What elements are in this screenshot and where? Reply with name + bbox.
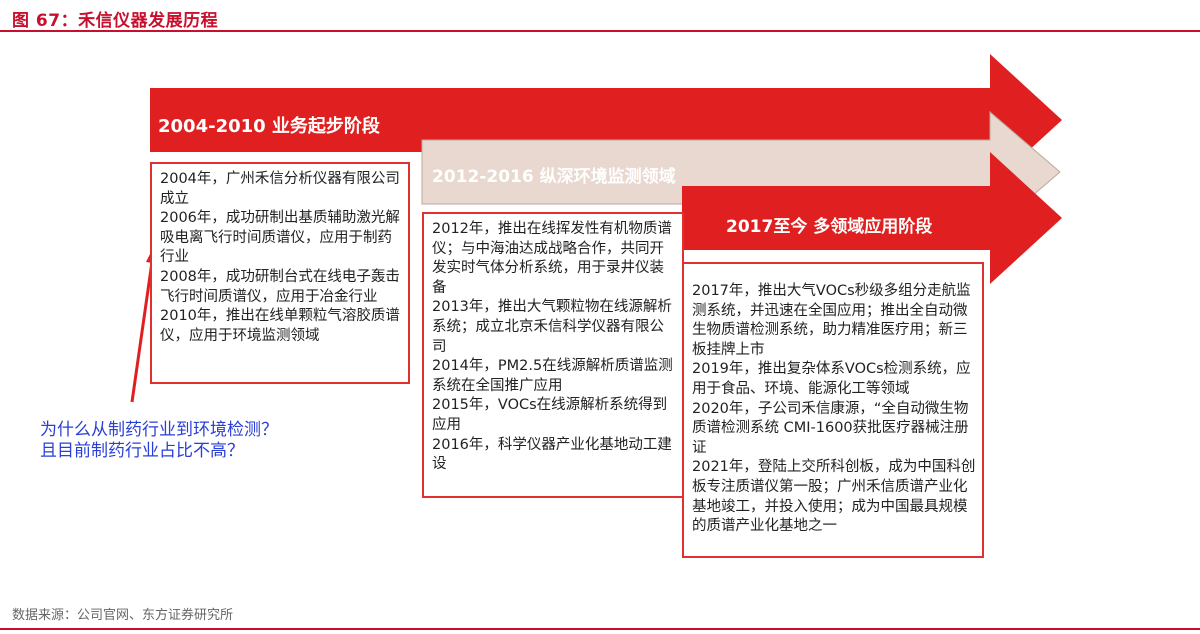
stage-3-details: 2017年，推出大气VOCs秒级多组分走航监测系统，并迅速在全国应用；推出全自动… <box>682 262 984 558</box>
annotation-pointer-line <box>130 261 154 403</box>
source-note: 数据来源：公司官网、东方证券研究所 <box>12 608 234 623</box>
handwritten-annotation: 为什么从制药行业到环境检测？ 且目前制药行业占比不高？ <box>40 420 278 462</box>
stage-2-details: 2012年，推出在线挥发性有机物质谱仪；与中海油达成战略合作，共同开发实时气体分… <box>422 212 684 498</box>
stage-3-item: 2017年，推出大气VOCs秒级多组分走航监测系统，并迅速在全国应用；推出全自动… <box>692 283 971 358</box>
stage-2-item: 2013年，推出大气颗粒物在线源解析系统；成立北京禾信科学仪器有限公司 <box>432 299 672 355</box>
stage-2-label: 2012-2016 纵深环境监测领域 <box>432 167 676 187</box>
stage-1-details: 2004年，广州禾信分析仪器有限公司成立 2006年，成功研制出基质辅助激光解吸… <box>150 162 410 384</box>
stage-2-item: 2014年，PM2.5在线源解析质谱监测系统在全国推广应用 <box>432 358 673 394</box>
stage-2-item: 2016年，科学仪器产业化基地动工建设 <box>432 436 672 473</box>
stage-1-item: 2010年，推出在线单颗粒气溶胶质谱仪，应用于环境监测领域 <box>160 308 400 344</box>
stage-3-item: 2020年，子公司禾信康源，“全自动微生物质谱检测系统 CMI-1600获批医疗… <box>692 400 969 456</box>
bottom-divider <box>0 628 1200 630</box>
stage-1-item: 2008年，成功研制台式在线电子轰击飞行时间质谱仪，应用于冶金行业 <box>160 268 400 305</box>
stage-3-item: 2019年，推出复杂体系VOCs检测系统，应用于食品、环境、能源化工等领域 <box>692 361 971 397</box>
stage-3-label: 2017至今 多领域应用阶段 <box>726 217 933 237</box>
stage-1-label: 2004-2010 业务起步阶段 <box>158 116 380 137</box>
annotation-line: 且目前制药行业占比不高？ <box>40 441 244 461</box>
stage-3-item: 2021年，登陆上交所科创板，成为中国科创板专注质谱仪第一股；广州禾信质谱产业化… <box>692 459 976 535</box>
stage-1-item: 2006年，成功研制出基质辅助激光解吸电离飞行时间质谱仪，应用于制药行业 <box>160 210 400 266</box>
annotation-line: 为什么从制药行业到环境检测？ <box>40 420 278 440</box>
stage-1-item: 2004年，广州禾信分析仪器有限公司成立 <box>160 171 400 207</box>
stage-2-item: 2012年，推出在线挥发性有机物质谱仪；与中海油达成战略合作，共同开发实时气体分… <box>432 221 672 296</box>
stage-2-item: 2015年，VOCs在线源解析系统得到应用 <box>432 397 668 433</box>
